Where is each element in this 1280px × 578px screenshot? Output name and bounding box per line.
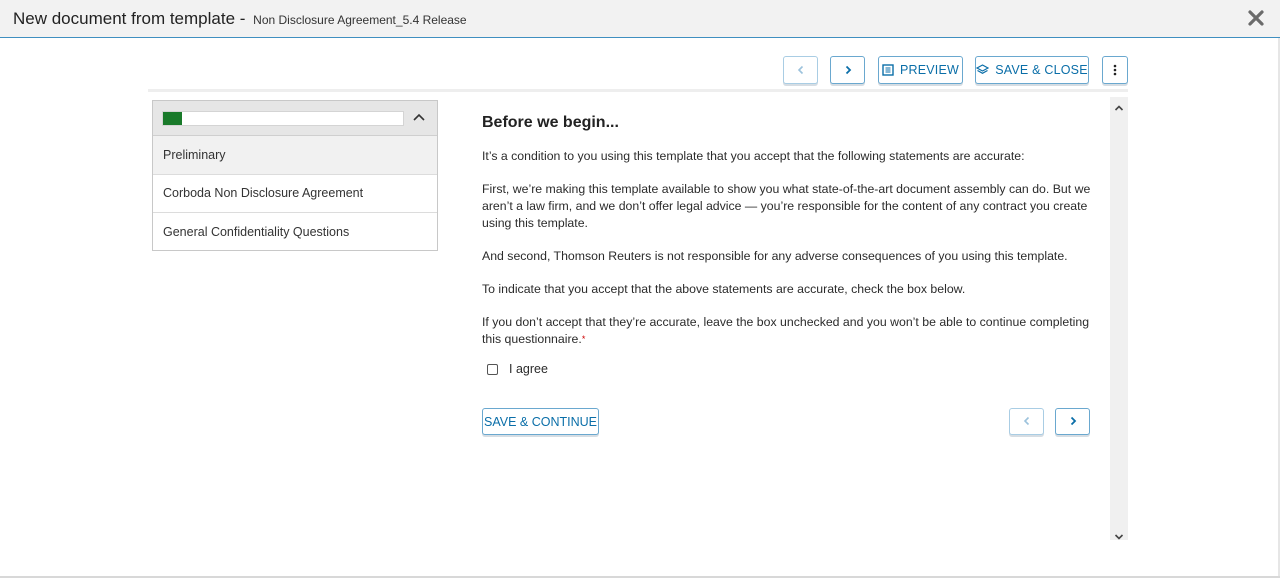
more-options-button[interactable] — [1102, 56, 1128, 84]
questionnaire-content: Before we begin... It’s a condition to y… — [482, 100, 1102, 376]
save-continue-label: SAVE & CONTINUE — [484, 414, 597, 429]
preview-label: PREVIEW — [899, 63, 960, 77]
save-continue-button[interactable]: SAVE & CONTINUE — [482, 408, 599, 435]
document-preview-icon — [882, 64, 894, 76]
sidebar-item-label: Corboda Non Disclosure Agreement — [163, 186, 364, 201]
toolbar-prev-button[interactable] — [783, 56, 818, 84]
required-marker: * — [581, 334, 586, 344]
template-name: Non Disclosure Agreement_5.4 Release — [253, 13, 467, 27]
instruction-paragraph: To indicate that you accept that the abo… — [482, 282, 966, 296]
chevron-up-icon[interactable] — [410, 109, 428, 127]
footer-prev-button[interactable] — [1009, 408, 1044, 435]
intro-paragraph: It’s a condition to you using this templ… — [482, 149, 1025, 163]
progress-bar-fill — [163, 112, 183, 125]
scroll-down-icon[interactable] — [1113, 529, 1125, 540]
sidebar-item-corboda-nda[interactable]: Corboda Non Disclosure Agreement — [153, 175, 437, 213]
chevron-right-icon — [843, 65, 853, 75]
close-icon[interactable] — [1246, 8, 1266, 28]
sidebar-item-preliminary[interactable]: Preliminary — [153, 136, 437, 175]
window-title-text: New document from template - — [13, 9, 246, 28]
agree-checkbox-label[interactable]: I agree — [509, 362, 548, 376]
progress-bar — [162, 111, 404, 126]
sidebar-item-label: General Confidentiality Questions — [163, 225, 350, 240]
sidebar-item-label: Preliminary — [163, 147, 226, 162]
content-scrollbar[interactable] — [1110, 97, 1128, 540]
consequence-paragraph: If you don’t accept that they’re accurat… — [482, 314, 1102, 348]
toolbar-next-button[interactable] — [830, 56, 865, 84]
footer-next-button[interactable] — [1055, 408, 1090, 435]
window-title: New document from template - Non Disclos… — [13, 9, 467, 29]
liability-paragraph: And second, Thomson Reuters is not respo… — [482, 249, 1068, 263]
layers-icon — [976, 64, 990, 76]
agree-checkbox-row: I agree — [487, 362, 1102, 376]
chevron-right-icon — [1068, 413, 1078, 431]
preview-button[interactable]: PREVIEW — [878, 56, 963, 84]
save-close-label: SAVE & CLOSE — [995, 63, 1088, 77]
consequence-text: If you don’t accept that they’re accurat… — [482, 315, 1090, 346]
title-bar: New document from template - Non Disclos… — [0, 0, 1280, 38]
disclaimer-paragraph: First, we’re making this template availa… — [482, 182, 1091, 230]
agree-checkbox[interactable] — [487, 363, 498, 375]
chevron-left-icon — [1022, 413, 1032, 431]
toolbar-divider — [148, 89, 1128, 92]
progress-header — [153, 101, 437, 136]
chevron-left-icon — [796, 65, 806, 75]
kebab-menu-icon — [1113, 64, 1117, 76]
save-close-button[interactable]: SAVE & CLOSE — [975, 56, 1089, 84]
sidebar-item-general-confidentiality[interactable]: General Confidentiality Questions — [153, 213, 437, 252]
page-title: Before we begin... — [482, 114, 619, 131]
section-navigation: Preliminary Corboda Non Disclosure Agree… — [152, 100, 438, 251]
scroll-up-icon[interactable] — [1113, 101, 1125, 113]
